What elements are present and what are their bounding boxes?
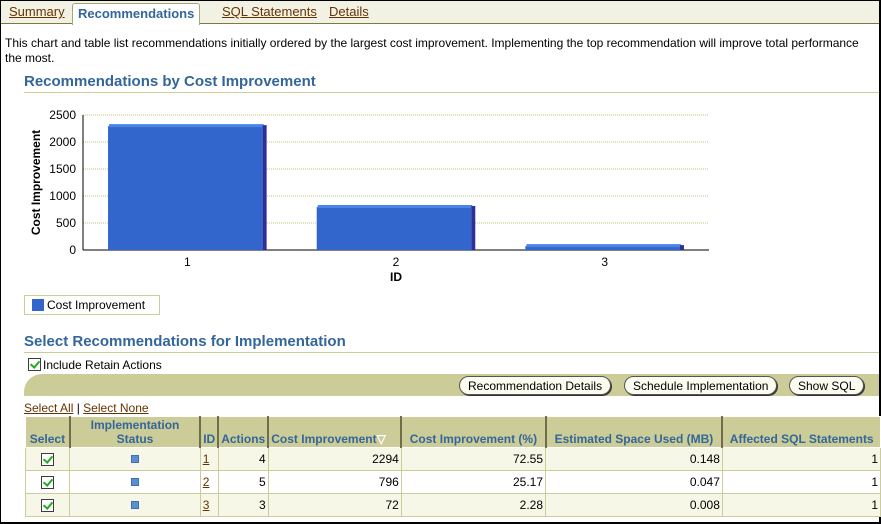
bar [108,126,263,250]
id-cell: 3 [199,493,219,517]
recommendation-id-link[interactable]: 2 [203,475,210,489]
col-id[interactable]: ID [199,416,219,448]
affected-sql-cell: 1 [721,493,881,517]
estimated-space-cell: 0.047 [545,470,723,494]
bar-top-bevel [109,124,264,128]
row-select-checkbox[interactable] [40,453,54,467]
tab-details[interactable]: Details [329,4,369,19]
recommendation-details-button[interactable]: Recommendation Details [459,376,612,395]
cost-improvement-cell: 2294 [267,447,402,471]
col-estimated-space[interactable]: Estimated Space Used (MB) [544,416,723,448]
include-retain-actions[interactable]: Include Retain Actions [28,358,162,372]
bar-side-shade [679,245,684,250]
legend-label: Cost Improvement [47,298,146,312]
implementation-status-cell [69,447,201,471]
select-none-link[interactable]: Select None [83,401,148,415]
select-cell [24,493,71,517]
actions-cell: 4 [217,447,269,471]
status-square-icon [131,501,140,509]
actions-cell: 5 [217,470,269,494]
col-affected-sql[interactable]: Affected SQL Statements [721,416,881,448]
col-implementation-status: Implementation Status [68,416,201,448]
cost-improvement-chart: 0 500 1000 1500 2000 2500 1 2 3 ID Cost Improvemen… [29,108,709,284]
include-retain-label: Include Retain Actions [43,358,162,372]
affected-sql-cell: 1 [721,470,881,494]
select-all-link[interactable]: Select All [24,401,73,415]
y-axis-label: Cost Improvement [29,130,43,235]
schedule-implementation-button[interactable]: Schedule Implementation [624,376,778,395]
status-square-icon [131,455,140,463]
legend-swatch [32,299,44,311]
show-sql-button[interactable]: Show SQL [789,376,865,395]
y-tick-label: 1000 [49,189,76,203]
link-separator: | [76,401,80,415]
y-tick-label: 500 [56,216,76,230]
y-tick-label: 1500 [49,162,76,176]
bar-side-shade [262,125,267,250]
col-select: Select [24,416,71,448]
id-cell: 2 [199,470,219,494]
row-select-checkbox[interactable] [40,476,54,490]
affected-sql-cell: 1 [721,447,881,471]
implementation-status-cell [69,493,201,517]
col-actions[interactable]: Actions [217,416,269,448]
id-cell: 1 [199,447,219,471]
x-axis-label: ID [390,270,402,284]
cost-improvement-pct-cell: 72.55 [400,447,547,471]
estimated-space-cell: 0.148 [545,447,723,471]
estimated-space-cell: 0.008 [545,493,723,517]
cost-improvement-cell: 796 [267,470,402,494]
impl-section-title: Select Recommendations for Implementatio… [24,333,346,350]
bar [316,207,472,250]
recommendations-table: Select Implementation Status ID Actions … [24,416,881,517]
table-row: 1 4 2294 72.55 0.148 1 [24,447,881,471]
x-tick-label: 1 [184,255,191,269]
section-divider [24,352,879,353]
y-tick-label: 0 [69,243,76,257]
select-cell [24,470,71,494]
recommendation-id-link[interactable]: 3 [203,498,210,512]
cost-improvement-cell: 72 [267,493,402,517]
col-cost-improvement-pct[interactable]: Cost Improvement (%) [400,416,547,448]
status-square-icon [131,478,140,486]
tab-bar: Summary Recommendations SQL Statements D… [1,1,879,25]
actions-cell: 3 [217,493,269,517]
chart-legend: Cost Improvement [24,295,160,315]
col-cost-improvement[interactable]: Cost Improvement▽ [267,416,402,448]
intro-text: This chart and table list recommendation… [5,36,859,65]
sort-descending-icon: ▽ [376,432,386,446]
table-row: 2 5 796 25.17 0.047 1 [24,470,881,494]
bar-top-bevel [317,205,473,209]
chart-section-title: Recommendations by Cost Improvement [24,73,316,90]
selection-links: Select All | Select None [24,401,149,415]
y-tick-label: 2500 [49,108,76,122]
bar-side-shade [471,206,476,250]
cost-improvement-pct-cell: 2.28 [400,493,547,517]
tab-summary[interactable]: Summary [9,4,65,19]
implementation-status-cell [69,470,201,494]
tab-sql-statements[interactable]: SQL Statements [222,4,317,19]
x-tick-label: 3 [601,255,608,269]
col-impl-line2: Status [116,432,154,446]
table-row: 3 3 72 2.28 0.008 1 [24,493,881,517]
y-tick-label: 2000 [49,135,76,149]
row-select-checkbox[interactable] [40,499,54,513]
cost-improvement-pct-cell: 25.17 [400,470,547,494]
tab-recommendations[interactable]: Recommendations [72,3,201,25]
table-header-row: Select Implementation Status ID Actions … [24,416,881,448]
recommendation-id-link[interactable]: 1 [203,452,210,466]
x-tick-label: 2 [393,255,400,269]
bar-top-bevel [526,244,681,248]
col-impl-line1: Implementation [90,418,180,432]
section-divider [24,92,879,93]
col-cost-label: Cost Improvement [271,432,377,446]
select-cell [24,447,71,471]
include-retain-checkbox[interactable] [28,358,41,371]
